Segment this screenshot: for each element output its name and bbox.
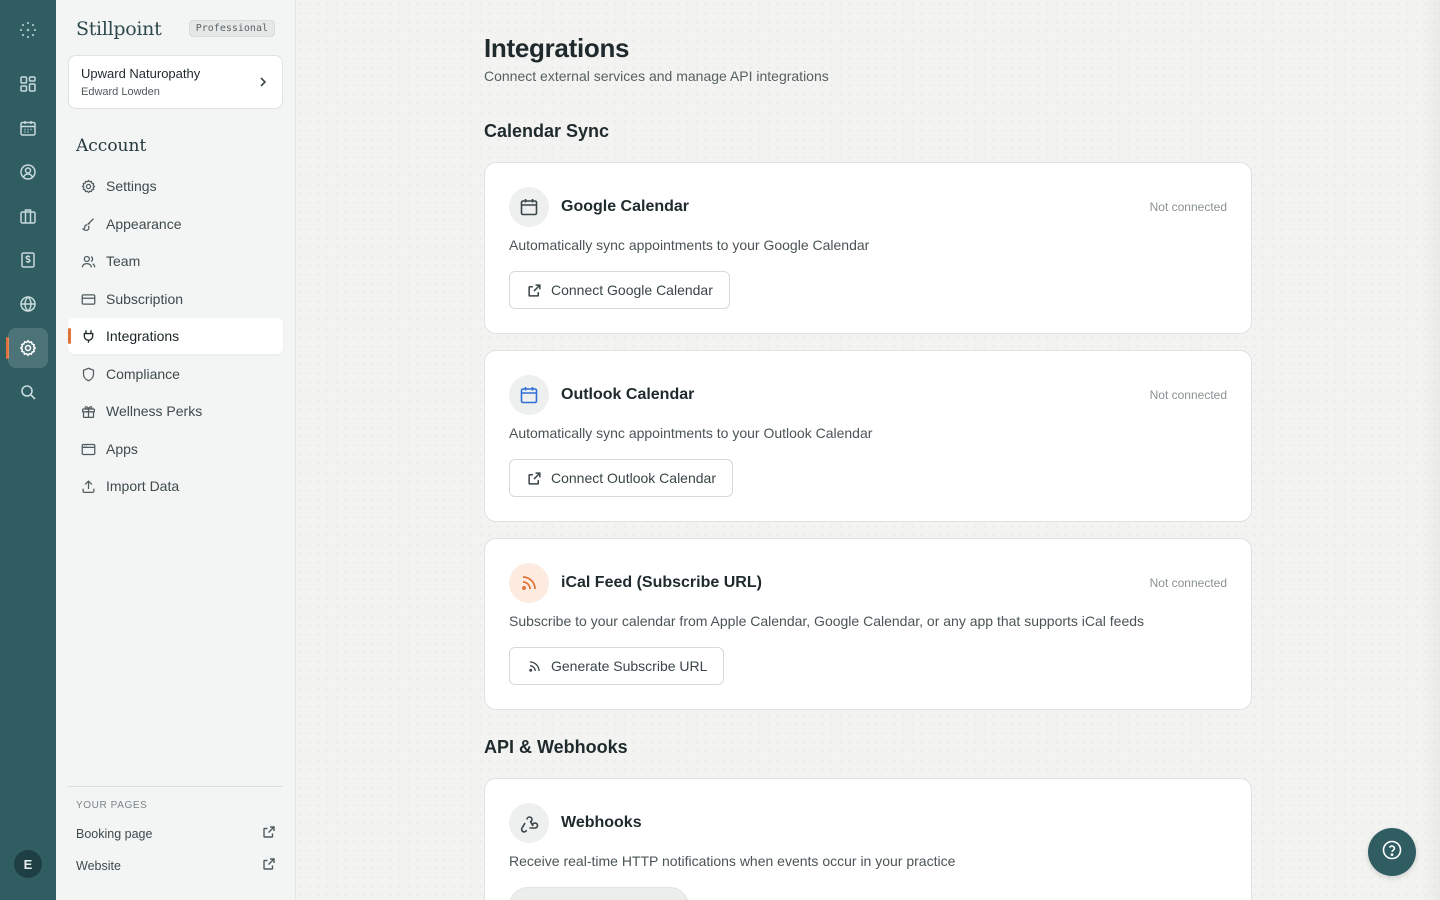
dashboard-icon[interactable] <box>8 64 48 104</box>
generate-subscribe-url-button[interactable]: Generate Subscribe URL <box>509 647 725 685</box>
search-icon[interactable] <box>8 372 48 412</box>
ical-feed-card: iCal Feed (Subscribe URL) Not connected … <box>484 538 1252 710</box>
calendar-icon[interactable] <box>8 108 48 148</box>
divider <box>68 786 283 787</box>
logo-mark-icon <box>16 18 40 42</box>
sidebar-item-team[interactable]: Team <box>68 243 283 279</box>
practice-user: Edward Lowden <box>81 86 160 98</box>
card-title: Google Calendar <box>561 198 690 215</box>
billing-icon[interactable] <box>8 240 48 280</box>
webhooks-card: Webhooks Receive real-time HTTP notifica… <box>484 778 1252 900</box>
users-icon <box>80 253 96 269</box>
booking-page-link[interactable]: Booking page <box>76 825 276 842</box>
sidebar-item-label: Team <box>106 253 141 269</box>
card-description: Automatically sync appointments to your … <box>509 237 870 253</box>
website-link[interactable]: Website <box>76 857 276 874</box>
gear-icon <box>80 178 96 194</box>
status-badge: Not connected <box>1149 388 1227 402</box>
sidebar-item-integrations[interactable]: Integrations <box>68 318 283 354</box>
services-icon[interactable] <box>8 196 48 236</box>
clients-icon[interactable] <box>8 152 48 192</box>
rss-icon <box>526 658 542 674</box>
practice-name: Upward Naturopathy <box>81 66 201 81</box>
practice-switcher[interactable]: Upward Naturopathy Edward Lowden <box>68 55 283 109</box>
page-link-label: Website <box>76 858 121 873</box>
sidebar-item-label: Import Data <box>106 478 180 494</box>
calendar-blue-icon <box>509 375 549 415</box>
sidebar-item-label: Settings <box>106 178 157 194</box>
settings-sidebar: Stillpoint Professional Upward Naturopat… <box>56 0 296 900</box>
help-icon <box>1381 839 1403 866</box>
globe-icon[interactable] <box>8 284 48 324</box>
upload-icon <box>80 478 96 494</box>
webhook-icon <box>509 803 549 843</box>
external-link-icon <box>526 470 542 486</box>
card-description: Receive real-time HTTP notifications whe… <box>509 853 956 869</box>
status-badge: Not connected <box>1149 576 1227 590</box>
sidebar-item-apps[interactable]: Apps <box>68 431 283 467</box>
status-badge: Not connected <box>1149 200 1227 214</box>
sidebar-item-label: Apps <box>106 441 138 457</box>
sidebar-item-wellness-perks[interactable]: Wellness Perks <box>68 393 283 429</box>
sidebar-item-settings[interactable]: Settings <box>68 168 283 204</box>
card-title: iCal Feed (Subscribe URL) <box>561 574 762 591</box>
brand-name: Stillpoint <box>76 18 162 40</box>
button-label: Connect Outlook Calendar <box>551 470 716 486</box>
sidebar-item-label: Integrations <box>106 328 180 344</box>
card-description: Automatically sync appointments to your … <box>509 425 873 441</box>
external-link-icon <box>262 857 276 874</box>
icon-rail: E <box>0 0 56 900</box>
api-webhooks-heading: API & Webhooks <box>484 737 628 757</box>
calendar-sync-heading: Calendar Sync <box>484 121 610 141</box>
external-link-icon <box>262 825 276 842</box>
rss-icon <box>509 563 549 603</box>
account-section-title: Account <box>76 136 147 156</box>
sidebar-item-appearance[interactable]: Appearance <box>68 206 283 242</box>
help-button[interactable] <box>1368 828 1416 876</box>
app-window-icon <box>80 441 96 457</box>
chevron-right-icon <box>258 75 268 94</box>
main-content: Integrations Connect external services a… <box>296 0 1440 900</box>
sidebar-item-subscription[interactable]: Subscription <box>68 281 283 317</box>
brush-icon <box>80 216 96 232</box>
plan-badge: Professional <box>188 20 275 37</box>
connect-google-calendar-button[interactable]: Connect Google Calendar <box>509 271 730 309</box>
page-title: Integrations <box>484 33 630 63</box>
page-subtitle: Connect external services and manage API… <box>484 68 829 84</box>
sidebar-item-label: Subscription <box>106 291 184 307</box>
sidebar-item-import-data[interactable]: Import Data <box>68 468 283 504</box>
your-pages-label: YOUR PAGES <box>76 800 148 811</box>
user-avatar[interactable]: E <box>14 850 42 878</box>
external-link-icon <box>526 282 542 298</box>
google-calendar-card: Google Calendar Not connected Automatica… <box>484 162 1252 334</box>
card-description: Subscribe to your calendar from Apple Ca… <box>509 613 1145 629</box>
button-label: Connect Google Calendar <box>551 282 713 298</box>
sidebar-item-label: Wellness Perks <box>106 403 203 419</box>
plug-icon <box>80 328 96 344</box>
gift-icon <box>80 403 96 419</box>
page-link-label: Booking page <box>76 826 153 841</box>
sidebar-item-compliance[interactable]: Compliance <box>68 356 283 392</box>
card-icon <box>80 291 96 307</box>
connect-outlook-calendar-button[interactable]: Connect Outlook Calendar <box>509 459 733 497</box>
webhooks-action-button[interactable] <box>509 887 689 900</box>
sidebar-item-label: Appearance <box>106 216 182 232</box>
settings-icon[interactable] <box>8 328 48 368</box>
outlook-calendar-card: Outlook Calendar Not connected Automatic… <box>484 350 1252 522</box>
calendar-icon <box>509 187 549 227</box>
card-title: Outlook Calendar <box>561 386 695 403</box>
button-label: Generate Subscribe URL <box>551 658 708 674</box>
shield-icon <box>80 366 96 382</box>
sidebar-item-label: Compliance <box>106 366 180 382</box>
card-title: Webhooks <box>561 814 642 831</box>
